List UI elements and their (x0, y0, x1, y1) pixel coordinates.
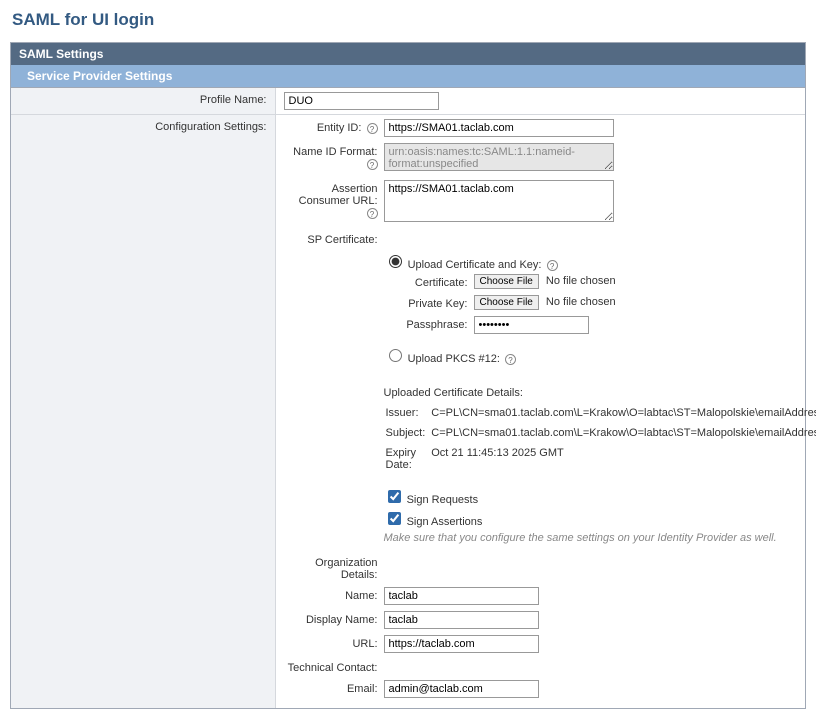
sub-header: Service Provider Settings (11, 65, 805, 88)
panel-header: SAML Settings (11, 43, 805, 65)
passphrase-input[interactable] (474, 316, 589, 334)
name-id-format-label: Name ID Format: (293, 146, 377, 158)
sign-requests-label: Sign Requests (407, 494, 479, 506)
help-icon[interactable]: ? (367, 123, 378, 134)
org-display-name-label: Display Name: (304, 611, 384, 626)
certificate-choose-file-button[interactable]: Choose File (474, 274, 539, 289)
certificate-file-status: No file chosen (546, 275, 616, 287)
technical-contact-label: Technical Contact: (284, 659, 384, 674)
assertion-consumer-url-label: Assertion Consumer URL: (299, 183, 378, 207)
assertion-consumer-url-input[interactable]: https://SMA01.taclab.com (384, 180, 614, 222)
idp-note: Make sure that you configure the same se… (384, 532, 798, 544)
page-title: SAML for UI login (10, 10, 806, 30)
sign-requests-checkbox[interactable] (388, 490, 401, 503)
org-display-name-input[interactable] (384, 611, 539, 629)
issuer-value: C=PL\CN=sma01.taclab.com\L=Krakow\O=labt… (431, 405, 816, 423)
saml-settings-panel: SAML Settings Service Provider Settings … (10, 42, 806, 709)
sign-assertions-label: Sign Assertions (407, 516, 483, 528)
tech-email-input[interactable] (384, 680, 539, 698)
upload-pkcs12-radio[interactable] (389, 349, 402, 362)
private-key-label: Private Key: (404, 295, 474, 310)
org-name-label: Name: (304, 587, 384, 602)
profile-name-label: Profile Name: (11, 88, 275, 115)
private-key-file-status: No file chosen (546, 296, 616, 308)
passphrase-label: Passphrase: (404, 316, 474, 331)
sp-certificate-label: SP Certificate: (307, 234, 377, 246)
sign-assertions-checkbox[interactable] (388, 512, 401, 525)
entity-id-input[interactable] (384, 119, 614, 137)
help-icon[interactable]: ? (367, 208, 378, 219)
config-settings-label: Configuration Settings: (11, 115, 275, 709)
org-details-label: Organization Details: (284, 554, 384, 581)
certificate-label: Certificate: (404, 274, 474, 289)
expiry-date-label: Expiry Date: (386, 445, 430, 475)
upload-cert-key-label: Upload Certificate and Key: (408, 259, 542, 271)
issuer-label: Issuer: (386, 405, 430, 423)
profile-name-input[interactable] (284, 92, 439, 110)
private-key-choose-file-button[interactable]: Choose File (474, 295, 539, 310)
name-id-format-field: urn:oasis:names:tc:SAML:1.1:nameid-forma… (384, 143, 614, 171)
expiry-date-value: Oct 21 11:45:13 2025 GMT (431, 445, 816, 475)
org-url-input[interactable] (384, 635, 539, 653)
org-url-label: URL: (304, 635, 384, 650)
org-name-input[interactable] (384, 587, 539, 605)
subject-label: Subject: (386, 425, 430, 443)
help-icon[interactable]: ? (505, 354, 516, 365)
upload-pkcs12-label: Upload PKCS #12: (408, 353, 500, 365)
help-icon[interactable]: ? (547, 260, 558, 271)
subject-value: C=PL\CN=sma01.taclab.com\L=Krakow\O=labt… (431, 425, 816, 443)
entity-id-label: Entity ID: (317, 122, 362, 134)
uploaded-cert-details-label: Uploaded Certificate Details: (384, 387, 798, 399)
upload-cert-key-radio[interactable] (389, 255, 402, 268)
tech-email-label: Email: (304, 680, 384, 695)
help-icon[interactable]: ? (367, 159, 378, 170)
